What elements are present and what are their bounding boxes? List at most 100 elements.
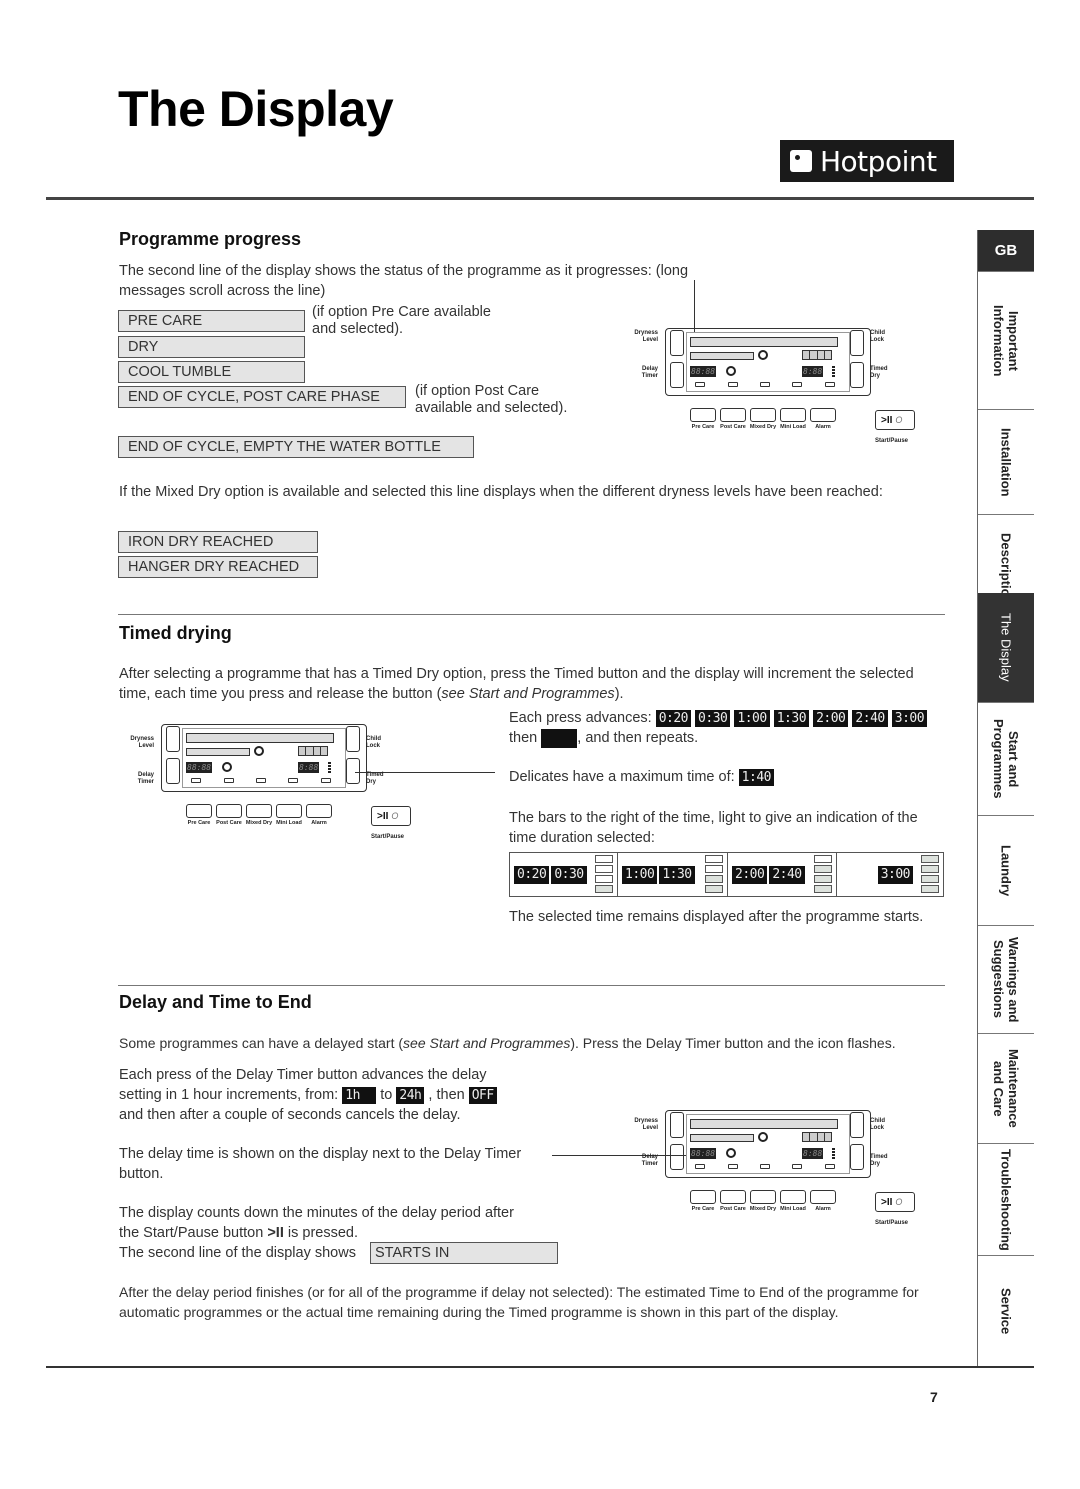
- mixed-dry-text: If the Mixed Dry option is available and…: [119, 484, 883, 500]
- strip-cell: 2:00 2:40: [728, 853, 837, 896]
- mini-load-label: Mini Load: [780, 424, 806, 430]
- dryness-level-button: [166, 726, 180, 752]
- time-bars: [802, 350, 832, 360]
- duration-bar: [595, 865, 613, 873]
- child-lock-button: [850, 330, 864, 356]
- delay-digits: 88:88: [186, 762, 213, 773]
- strip-cell: 3:00: [837, 853, 943, 896]
- duration-bars: [595, 855, 613, 893]
- lcd-line-2: [690, 1134, 754, 1142]
- advances-line: Each press advances: 0:20 0:30 1:00 1:30…: [509, 708, 969, 728]
- lcd-line-2: [690, 352, 754, 360]
- start-pause-button: >II O: [875, 410, 915, 430]
- control-panel-diagram: Dryness Level Delay Timer Child Lock Tim…: [630, 318, 915, 468]
- mini-load-label: Mini Load: [276, 820, 302, 826]
- starts-in-message: STARTS IN: [370, 1242, 558, 1264]
- time-indicator-bars: [832, 1148, 835, 1159]
- delay-timer-label: Delay Timer: [641, 1154, 658, 1167]
- hotpoint-logo-icon: [790, 150, 812, 172]
- duration-bar: [814, 885, 832, 893]
- then-label: then: [509, 730, 538, 746]
- start-light-icon: O: [391, 811, 399, 821]
- sidebar-item-important-information[interactable]: Important Information: [978, 272, 1034, 410]
- option-indicator: [321, 778, 331, 783]
- language-tab[interactable]: GB: [978, 230, 1034, 272]
- sidebar-item-maintenance-and-care[interactable]: Maintenance and Care: [978, 1034, 1034, 1144]
- sidebar-item-the-display[interactable]: The Display: [978, 593, 1034, 703]
- time-value: 2:40: [769, 865, 805, 884]
- dryness-level-label: Dryness Level: [130, 736, 154, 749]
- dryness-icon: [758, 1132, 768, 1142]
- start-pause-label: Start/Pause: [371, 834, 405, 840]
- option-indicator: [695, 1164, 705, 1169]
- mini-load-button: [780, 1190, 806, 1204]
- timed-dry-label: Timed Dry: [870, 366, 888, 379]
- child-lock-label: Child Lock: [366, 736, 381, 749]
- control-panel-diagram: Dryness Level Delay Timer Child Lock Tim…: [630, 1100, 915, 1250]
- note-pre-care: (if option Pre Care available and select…: [312, 304, 491, 337]
- delay-timer-label: Delay Timer: [641, 366, 658, 379]
- time-value: 1:00: [622, 865, 658, 884]
- timed-dry-label: Timed Dry: [366, 772, 384, 785]
- time-indicator-bars: [328, 762, 331, 773]
- dryness-icon: [758, 350, 768, 360]
- section-heading-delay: Delay and Time to End: [119, 992, 312, 1012]
- mixed-dry-button: [750, 408, 776, 422]
- duration-bars: [921, 855, 939, 893]
- duration-bars: [814, 855, 832, 893]
- press-line: Each press of the Delay Timer button adv…: [119, 1067, 487, 1083]
- section-heading-timed-drying: Timed drying: [119, 623, 232, 643]
- post-care-label: Post Care: [720, 424, 746, 430]
- second-line-label: The second line of the display shows: [119, 1245, 356, 1261]
- sidebar-item-start-and-programmes[interactable]: Start and Programmes: [978, 703, 1034, 816]
- duration-bar: [921, 875, 939, 883]
- sidebar-item-laundry[interactable]: Laundry: [978, 816, 1034, 926]
- duration-bar: [595, 875, 613, 883]
- status-message: PRE CARE: [118, 310, 305, 332]
- alarm-button: [810, 1190, 836, 1204]
- bars-text: The bars to the right of the time, light…: [509, 810, 918, 846]
- time-value: 0:20: [655, 709, 692, 727]
- duration-bar: [595, 855, 613, 863]
- sidebar-item-warnings-and-suggestions[interactable]: Warnings and Suggestions: [978, 926, 1034, 1034]
- section-sidebar: GB Important Information Installation De…: [977, 230, 1034, 1366]
- dryness-level-button: [670, 330, 684, 356]
- status-message: DRY: [118, 336, 305, 358]
- countdown-text-part: is pressed.: [287, 1225, 359, 1241]
- option-indicator: [728, 382, 738, 387]
- start-pause-button: >II O: [371, 806, 411, 826]
- delay-intro: Some programmes can have a delayed start…: [119, 1033, 959, 1053]
- delicates-line: Delicates have a maximum time of: 1:40: [509, 767, 949, 787]
- lcd-line-1: [186, 733, 334, 743]
- timed-dry-button: [346, 758, 360, 784]
- sidebar-item-service[interactable]: Service: [978, 1256, 1034, 1366]
- brand-name: Hotpoint: [820, 144, 937, 178]
- delay-icon: [726, 366, 736, 376]
- time-digits: 8:88: [802, 366, 824, 377]
- alarm-button: [810, 408, 836, 422]
- delay-timer-label: Delay Timer: [137, 772, 154, 785]
- start-pause-icon: >II: [881, 415, 893, 426]
- option-indicator: [728, 1164, 738, 1169]
- option-indicator: [760, 1164, 770, 1169]
- alarm-button: [306, 804, 332, 818]
- option-indicator: [792, 382, 802, 387]
- delicates-max-time: 1:40: [738, 768, 774, 786]
- intro-text: ).: [614, 686, 624, 702]
- pre-care-label: Pre Care: [691, 1206, 715, 1212]
- mixed-dry-label: Mixed Dry: [749, 1206, 777, 1212]
- duration-bar: [705, 885, 723, 893]
- intro-text: ). Press the Delay Timer button and the …: [570, 1035, 896, 1051]
- time-value: 1:30: [773, 709, 810, 727]
- remains-text: The selected time remains displayed afte…: [509, 909, 924, 925]
- lcd-line-2: [186, 748, 250, 756]
- start-pause-button: >II O: [875, 1192, 915, 1212]
- timed-drying-intro: After selecting a programme that has a T…: [119, 664, 949, 704]
- section-heading-programme-progress: Programme progress: [119, 229, 302, 249]
- mixed-dry-button: [750, 1190, 776, 1204]
- intro-text: Some programmes can have a delayed start…: [119, 1035, 404, 1051]
- sidebar-item-troubleshooting[interactable]: Troubleshooting: [978, 1144, 1034, 1256]
- child-lock-label: Child Lock: [870, 1118, 885, 1131]
- countdown-text: The display counts down the minutes of t…: [119, 1203, 559, 1243]
- sidebar-item-installation[interactable]: Installation: [978, 410, 1034, 515]
